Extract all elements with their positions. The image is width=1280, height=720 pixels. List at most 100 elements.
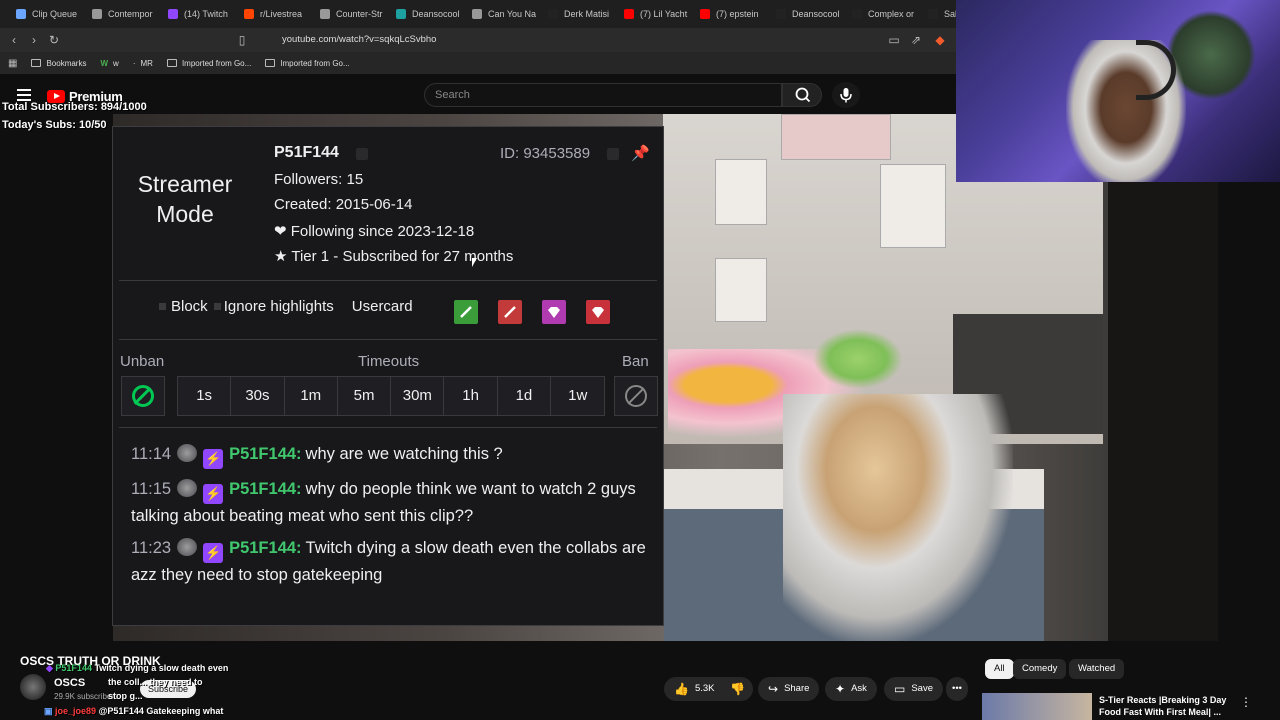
share-page-icon[interactable]: ⇗ — [906, 33, 926, 47]
mod-badge-button[interactable] — [454, 300, 478, 324]
tab-favicon-icon — [92, 9, 102, 19]
tab-favicon-icon — [396, 9, 406, 19]
more-vert-icon[interactable]: ⋮ — [1240, 695, 1252, 709]
brave-icon[interactable]: ◆ — [930, 33, 950, 47]
checkbox — [159, 303, 166, 310]
dislike-button[interactable]: 👎 — [722, 677, 753, 701]
ban-button[interactable] — [614, 376, 658, 416]
reload-icon[interactable]: ↻ — [44, 33, 64, 47]
tab-favicon-icon — [320, 9, 330, 19]
save-button[interactable]: ▭ Save — [884, 677, 943, 701]
sword-icon — [460, 306, 472, 318]
browser-tab[interactable]: Can You Na — [462, 0, 538, 28]
extension-icon[interactable]: ▭ — [884, 33, 904, 47]
channel-avatar[interactable] — [20, 674, 46, 700]
copy-id-icon[interactable] — [607, 148, 619, 160]
tab-favicon-icon — [244, 9, 254, 19]
browser-tab[interactable]: Clip Queue — [6, 0, 82, 28]
message-text: why are we watching this ? — [305, 445, 503, 463]
message-username[interactable]: P51F144: — [229, 445, 301, 463]
block-toggle[interactable]: Block — [159, 298, 208, 315]
message-username[interactable]: P51F144: — [229, 480, 301, 498]
unmod-badge-button[interactable] — [498, 300, 522, 324]
more-actions-button[interactable]: ••• — [946, 677, 968, 701]
recommended-thumbnail[interactable] — [982, 693, 1092, 720]
chat-message: 11:23 ⚡ P51F144: Twitch dying a slow death … — [131, 536, 651, 587]
back-icon[interactable]: ‹ — [4, 33, 24, 47]
apps-grid-icon[interactable]: ▦ — [8, 58, 17, 69]
video-person — [783, 394, 1013, 641]
usercard-following: ❤ Following since 2023-12-18 — [274, 223, 475, 240]
bookmark-item[interactable]: · MR — [133, 59, 153, 68]
timeout-30s-button[interactable]: 30s — [231, 377, 285, 415]
browser-tab[interactable]: Deansocool — [766, 0, 842, 28]
tab-label: Deansocool — [792, 9, 840, 19]
pin-icon[interactable]: 📌 — [631, 144, 650, 162]
message-username[interactable]: P51F144: — [229, 539, 301, 557]
browser-tab[interactable]: Deansocool — [386, 0, 462, 28]
unban-button[interactable] — [121, 376, 165, 416]
url-field[interactable]: youtube.com/watch?v=sqkqLcSvbho — [282, 28, 436, 52]
timeout-1m-button[interactable]: 1m — [284, 377, 338, 415]
chip-watched[interactable]: Watched — [1069, 659, 1125, 679]
tab-favicon-icon — [472, 9, 482, 19]
browser-tab[interactable]: Derk Matisi — [538, 0, 614, 28]
thumbs-up-icon: 👍 — [674, 682, 689, 696]
bookmark-item[interactable]: Imported from Go... — [265, 59, 350, 68]
sword-icon — [504, 306, 516, 318]
chip-comedy[interactable]: Comedy — [1013, 659, 1067, 679]
timeout-1w-button[interactable]: 1w — [551, 377, 605, 415]
timeout-30m-button[interactable]: 30m — [391, 377, 445, 415]
search-button[interactable] — [782, 83, 822, 107]
voice-search-button[interactable] — [832, 82, 860, 108]
ask-button[interactable]: ✦ Ask — [825, 677, 877, 701]
browser-tab[interactable]: Complex or — [842, 0, 918, 28]
browser-tab[interactable]: Counter-Str — [310, 0, 386, 28]
bookmark-item[interactable]: Imported from Go... — [166, 59, 251, 68]
plush-toy — [813, 329, 903, 389]
browser-tab[interactable]: (7) epstein — [690, 0, 766, 28]
tab-label: Complex or — [868, 9, 915, 19]
chat-overlay-line: the coll... they need to — [108, 677, 203, 687]
channel-name[interactable]: OSCS — [54, 677, 85, 689]
divider — [119, 339, 657, 340]
chip-all[interactable]: All — [985, 659, 1014, 679]
menu-icon[interactable] — [17, 89, 31, 101]
copy-username-icon[interactable] — [356, 148, 368, 160]
browser-tab[interactable]: Contempor — [82, 0, 158, 28]
bookmark-item[interactable]: Ww — [100, 59, 118, 68]
ignore-highlights-toggle[interactable]: Ignore highlights — [213, 298, 334, 315]
twitch-usercard: Streamer Mode P51F144 ID: 93453589 📌 Fol… — [112, 126, 664, 626]
bookmark-icon[interactable]: ▯ — [232, 33, 252, 47]
share-button[interactable]: ↪ Share — [758, 677, 820, 701]
usercard-link[interactable]: Usercard — [352, 298, 413, 315]
search-input[interactable]: Search — [424, 83, 782, 107]
chat-overlay-line: ▣ joe_joe89 @P51F144 Gatekeeping what — [44, 706, 224, 716]
browser-tab[interactable]: r/Livestrea — [234, 0, 310, 28]
tab-label: Deansocool — [412, 9, 460, 19]
recommended-title[interactable]: S-Tier Reacts |Breaking 3 Day Food Fast … — [1099, 694, 1229, 718]
browser-tab[interactable]: (14) Twitch — [158, 0, 234, 28]
gem-icon — [548, 307, 560, 318]
browser-tab[interactable]: (7) Lil Yacht — [614, 0, 690, 28]
usercard-actions: Block Ignore highlights Usercard — [159, 298, 413, 315]
bookmark-item[interactable]: Bookmarks — [31, 59, 86, 68]
sparkle-icon: ✦ — [835, 682, 846, 696]
browser-tab[interactable]: Salt — [918, 0, 960, 28]
usercard-created: Created: 2015-06-14 — [274, 196, 413, 213]
timeout-5m-button[interactable]: 5m — [337, 377, 392, 415]
prime-badge-icon: ⚡ — [203, 543, 224, 563]
vip-badge-button[interactable] — [542, 300, 566, 324]
tab-favicon-icon — [548, 9, 558, 19]
timeout-1h-button[interactable]: 1h — [444, 377, 498, 415]
like-button[interactable]: 👍 5.3K — [664, 677, 723, 701]
unvip-badge-button[interactable] — [586, 300, 610, 324]
forward-icon[interactable]: › — [24, 33, 44, 47]
timeout-1d-button[interactable]: 1d — [497, 377, 552, 415]
address-bar: ‹ › ↻ ▯ youtube.com/watch?v=sqkqLcSvbho … — [0, 28, 960, 52]
chat-message: 11:14 ⚡ P51F144: why are we watching this ? — [131, 442, 651, 469]
timeout-1s-button[interactable]: 1s — [178, 377, 232, 415]
tab-favicon-icon — [852, 9, 862, 19]
tab-favicon-icon — [928, 9, 938, 19]
usercard-username[interactable]: P51F144 — [274, 144, 339, 162]
